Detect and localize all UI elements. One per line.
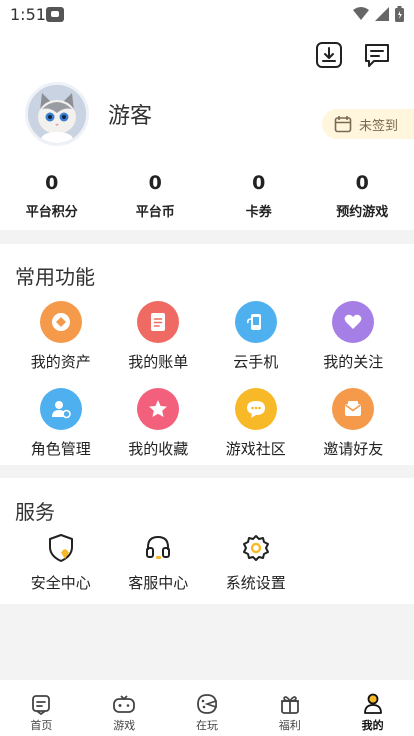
profile-header: 游客 未签到 0 平台积分 0 平台币 0 卡券 0 预约游戏 bbox=[0, 30, 414, 230]
feature-label: 云手机 bbox=[233, 353, 279, 371]
service-customer-center[interactable]: 客服中心 bbox=[110, 532, 208, 593]
feature-role-management[interactable]: 角色管理 bbox=[12, 388, 110, 459]
feature-my-assets[interactable]: 我的资产 bbox=[12, 301, 110, 372]
feature-invite-friends[interactable]: 邀请好友 bbox=[305, 388, 403, 459]
feature-label: 我的资产 bbox=[30, 353, 91, 371]
diamond-coin-icon bbox=[51, 313, 70, 331]
icon-badge bbox=[137, 301, 180, 343]
checkin-label: 未签到 bbox=[359, 118, 399, 134]
nav-games[interactable]: 游戏 bbox=[83, 680, 166, 736]
service-icon-wrap bbox=[137, 532, 179, 564]
nav-welfare[interactable]: 福利 bbox=[248, 680, 331, 736]
download-icon bbox=[316, 42, 342, 68]
nav-label: 我的 bbox=[361, 719, 384, 732]
service-icon-wrap bbox=[235, 532, 277, 564]
cat-avatar-icon bbox=[28, 85, 86, 143]
service-security-center[interactable]: 安全中心 bbox=[12, 532, 110, 593]
home-document-icon bbox=[32, 695, 51, 715]
icon-badge bbox=[39, 388, 82, 430]
nav-label: 福利 bbox=[278, 719, 301, 732]
icon-badge bbox=[39, 301, 82, 343]
nav-label: 在玩 bbox=[195, 719, 218, 732]
stat-platform-coins[interactable]: 0 平台币 bbox=[104, 172, 208, 220]
feature-label: 游戏社区 bbox=[225, 440, 286, 458]
services-grid: 安全中心 客服中心 系统设置 bbox=[12, 532, 402, 593]
icon-badge bbox=[234, 301, 277, 343]
service-label: 客服中心 bbox=[128, 574, 189, 592]
heart-icon bbox=[344, 314, 362, 329]
icon-badge bbox=[234, 388, 277, 430]
service-system-settings[interactable]: 系统设置 bbox=[207, 532, 305, 593]
stat-value: 0 bbox=[252, 172, 266, 194]
feature-label: 我的关注 bbox=[323, 353, 384, 371]
battery-icon bbox=[395, 6, 404, 22]
icon-badge bbox=[137, 388, 180, 430]
feature-my-bills[interactable]: 我的账单 bbox=[110, 301, 208, 372]
stat-reserved-games[interactable]: 0 预约游戏 bbox=[311, 172, 414, 220]
gamepad-icon bbox=[113, 695, 136, 713]
status-bar: 1:51 bbox=[0, 0, 414, 30]
stats-row: 0 平台积分 0 平台币 0 卡券 0 预约游戏 bbox=[0, 172, 414, 220]
nav-playing[interactable]: 在玩 bbox=[166, 680, 249, 736]
service-icon-wrap bbox=[40, 532, 82, 564]
feature-my-follows[interactable]: 我的关注 bbox=[305, 301, 403, 372]
nav-label: 游戏 bbox=[113, 719, 136, 732]
nav-mine[interactable]: 我的 bbox=[331, 680, 414, 736]
signal-icon bbox=[375, 7, 389, 21]
stat-label: 预约游戏 bbox=[336, 205, 389, 220]
feature-my-favorites[interactable]: 我的收藏 bbox=[110, 388, 208, 459]
cloud-phone-icon bbox=[246, 314, 261, 330]
gear-icon bbox=[242, 535, 269, 561]
feature-game-community[interactable]: 游戏社区 bbox=[207, 388, 305, 459]
download-button[interactable] bbox=[314, 40, 344, 70]
envelope-icon bbox=[345, 401, 362, 416]
profile-icon bbox=[363, 693, 382, 714]
icon-badge bbox=[332, 301, 375, 343]
stat-coupons[interactable]: 0 卡券 bbox=[207, 172, 311, 220]
gift-icon bbox=[280, 696, 299, 714]
feature-label: 我的收藏 bbox=[128, 440, 189, 458]
nav-home[interactable]: 首页 bbox=[0, 680, 83, 736]
headset-icon bbox=[146, 535, 171, 559]
stat-value: 0 bbox=[45, 172, 59, 194]
stat-label: 卡券 bbox=[245, 205, 272, 220]
star-icon bbox=[149, 400, 168, 417]
feature-label: 邀请好友 bbox=[323, 440, 384, 458]
checkin-button[interactable]: 未签到 bbox=[322, 109, 414, 139]
common-features-section: 常用功能 我的资产 我的账单 云手机 我的关注 角色管理 我的收藏 游戏社区 邀… bbox=[0, 244, 414, 465]
playing-icon bbox=[197, 694, 217, 714]
avatar[interactable] bbox=[25, 82, 89, 146]
status-time: 1:51 bbox=[10, 5, 46, 24]
section-title: 服务 bbox=[15, 500, 55, 524]
features-grid: 我的资产 我的账单 云手机 我的关注 角色管理 我的收藏 游戏社区 邀请好友 bbox=[12, 301, 402, 459]
notification-app-icon bbox=[46, 7, 64, 22]
icon-badge bbox=[332, 388, 375, 430]
stat-label: 平台积分 bbox=[25, 205, 78, 220]
stat-label: 平台币 bbox=[135, 205, 175, 220]
services-section: 服务 安全中心 客服中心 系统设置 bbox=[0, 478, 414, 604]
nav-label: 首页 bbox=[30, 719, 53, 732]
stat-points[interactable]: 0 平台积分 bbox=[0, 172, 104, 220]
profile-page: 1:51 游客 未签到 0 平台积分 0 平台币 0 卡券 0 预约游戏 常用功… bbox=[0, 0, 414, 736]
shield-icon bbox=[48, 534, 73, 562]
message-button[interactable] bbox=[362, 40, 392, 70]
stat-value: 0 bbox=[148, 172, 162, 194]
feature-label: 我的账单 bbox=[128, 353, 189, 371]
feature-label: 角色管理 bbox=[30, 440, 91, 458]
wifi-icon bbox=[353, 7, 369, 20]
service-label: 系统设置 bbox=[225, 574, 286, 592]
section-title: 常用功能 bbox=[15, 265, 95, 289]
role-user-icon bbox=[51, 401, 71, 419]
stat-value: 0 bbox=[355, 172, 369, 194]
bill-icon bbox=[151, 313, 166, 331]
feature-cloud-phone[interactable]: 云手机 bbox=[207, 301, 305, 372]
service-label: 安全中心 bbox=[30, 574, 91, 592]
chat-bubble-icon bbox=[246, 401, 265, 418]
username[interactable]: 游客 bbox=[108, 98, 152, 130]
message-icon bbox=[365, 44, 389, 67]
bottom-nav: 首页 游戏 在玩 福利 我的 bbox=[0, 680, 414, 736]
calendar-icon bbox=[334, 116, 352, 133]
status-indicators bbox=[353, 6, 404, 22]
